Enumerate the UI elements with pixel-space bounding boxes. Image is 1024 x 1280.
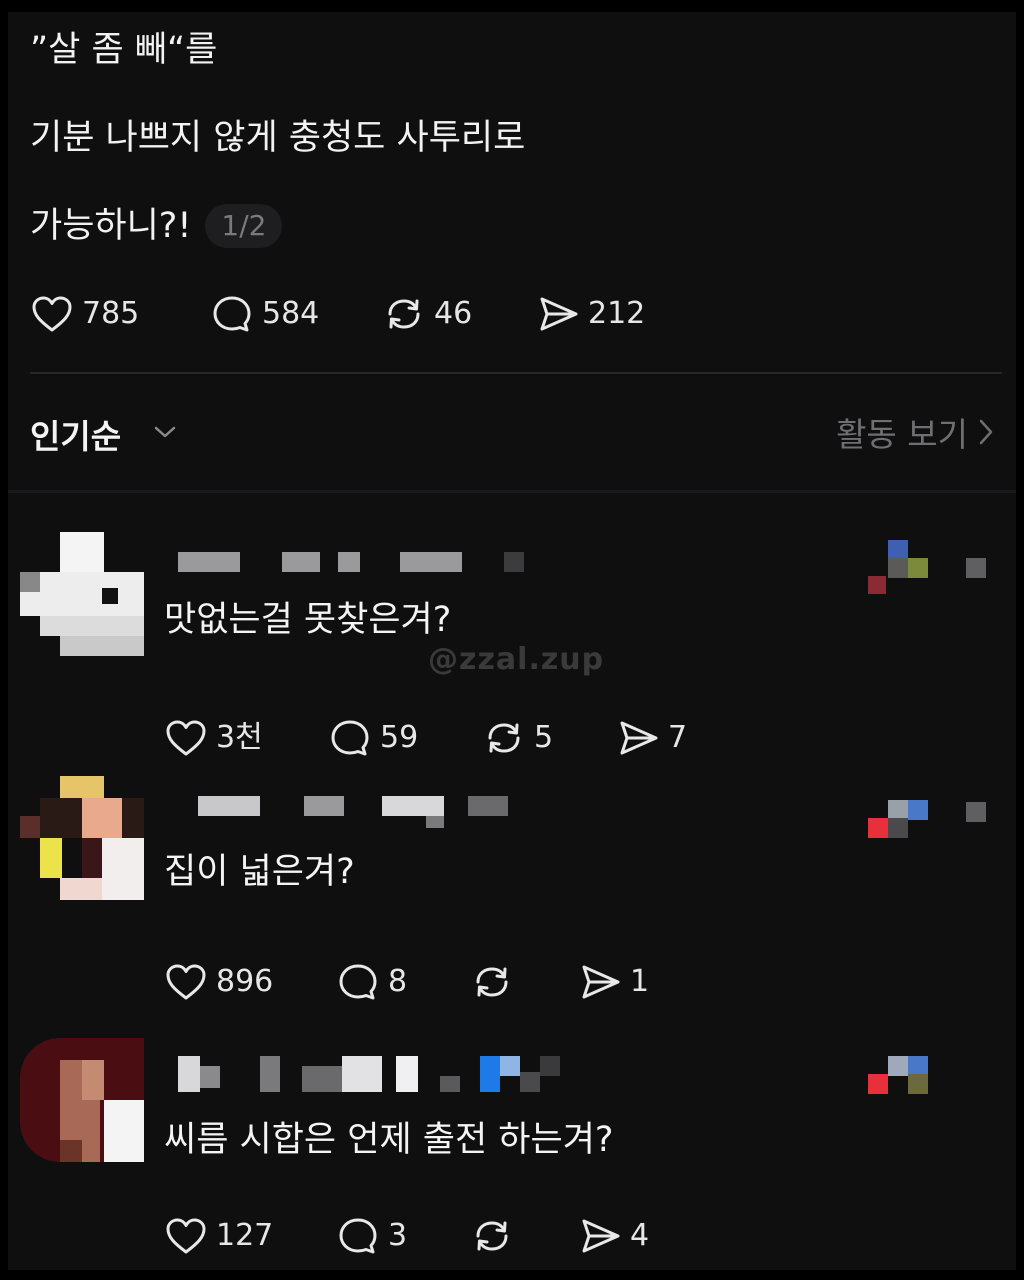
comment-item: 집이 넓은겨? 896 8 1 [8,776,1016,1016]
username-blurred[interactable] [178,1056,560,1092]
share-count: 7 [668,720,688,755]
sort-row: 인기순 활동 보기 [8,404,1016,464]
like-count: 785 [82,296,140,331]
speech-bubble-icon [213,296,251,332]
timestamp-blurred [868,540,932,594]
post: ”살 좀 빼“를 기분 나쁘지 않게 충청도 사투리로 가능하니?! 1/2 7… [8,12,1016,494]
reply-count: 3 [388,1218,408,1253]
heart-icon [166,964,206,1000]
thread-screen: ”살 좀 빼“를 기분 나쁘지 않게 충청도 사투리로 가능하니?! 1/2 7… [8,12,1016,1270]
heart-icon [32,296,72,332]
share-button[interactable]: 4 [578,1216,649,1256]
repost-arrows-icon [476,967,508,997]
post-text-line-2: 기분 나쁘지 않게 충청도 사투리로 [30,118,526,158]
like-button[interactable]: 3천 [164,718,263,758]
reply-button[interactable]: 8 [336,962,407,1002]
comment-text: 집이 넓은겨? [164,852,355,892]
reply-button[interactable]: 584 [210,294,319,334]
share-count: 1 [630,964,650,999]
watermark: @zzal.zup [428,642,605,677]
divider [30,372,1002,374]
section-separator [8,490,1016,493]
like-count: 896 [216,964,274,999]
reply-count: 59 [380,720,419,755]
repost-button[interactable] [470,1216,522,1256]
timestamp-blurred [868,1040,932,1094]
more-options-icon[interactable] [966,802,986,822]
repost-count: 46 [434,296,473,331]
like-count: 3천 [216,720,263,755]
speech-bubble-icon [331,720,369,756]
repost-arrows-icon [488,723,520,753]
paper-plane-icon [540,297,578,331]
share-button[interactable]: 7 [616,718,687,758]
heart-icon [166,720,206,756]
chevron-right-icon [979,419,993,445]
more-options-icon[interactable] [966,558,986,578]
like-button[interactable]: 785 [30,294,139,334]
reply-button[interactable]: 59 [328,718,418,758]
repost-arrows-icon [388,299,420,329]
repost-button[interactable]: 5 [482,718,553,758]
avatar[interactable] [20,532,144,656]
chevron-down-icon[interactable] [152,422,178,442]
share-count: 212 [588,296,646,331]
like-button[interactable]: 896 [164,962,273,1002]
comment-text: 씨름 시합은 언제 출전 하는겨? [164,1120,614,1160]
paper-plane-icon [582,1219,620,1253]
sort-dropdown-label[interactable]: 인기순 [30,410,121,458]
reply-count: 584 [262,296,320,331]
timestamp-blurred [868,784,932,838]
share-button[interactable]: 1 [578,962,649,1002]
username-blurred[interactable] [178,796,558,828]
page-indicator-badge[interactable]: 1/2 [205,204,283,248]
comment-action-bar: 127 3 4 [164,1216,724,1256]
repost-arrows-icon [476,1221,508,1251]
share-button[interactable]: 212 [536,294,645,334]
view-activity-link[interactable]: 활동 보기 [836,408,996,456]
avatar[interactable] [20,776,144,900]
reply-count: 8 [388,964,408,999]
comment-action-bar: 3천 59 5 7 [164,718,724,758]
username-blurred[interactable] [178,552,558,574]
share-count: 4 [630,1218,650,1253]
heart-icon [166,1218,206,1254]
repost-count: 5 [534,720,554,755]
paper-plane-icon [620,721,658,755]
post-action-bar: 785 584 46 212 [30,294,645,334]
post-text-line-3-row: 가능하니?! 1/2 [30,204,283,248]
repost-button[interactable]: 46 [382,294,472,334]
speech-bubble-icon [339,1218,377,1254]
comment-item: 씨름 시합은 언제 출전 하는겨? 127 3 4 [8,1038,1016,1270]
post-text-line-3: 가능하니?! [30,206,192,246]
repost-button[interactable] [470,962,522,1002]
comment-action-bar: 896 8 1 [164,962,724,1002]
reply-button[interactable]: 3 [336,1216,407,1256]
like-count: 127 [216,1218,274,1253]
avatar[interactable] [20,1038,144,1162]
view-activity-label: 활동 보기 [836,415,968,454]
like-button[interactable]: 127 [164,1216,273,1256]
post-text-line-1: ”살 좀 빼“를 [30,30,218,70]
comment-text: 맛없는걸 못찾은겨? [164,600,452,640]
speech-bubble-icon [339,964,377,1000]
paper-plane-icon [582,965,620,999]
